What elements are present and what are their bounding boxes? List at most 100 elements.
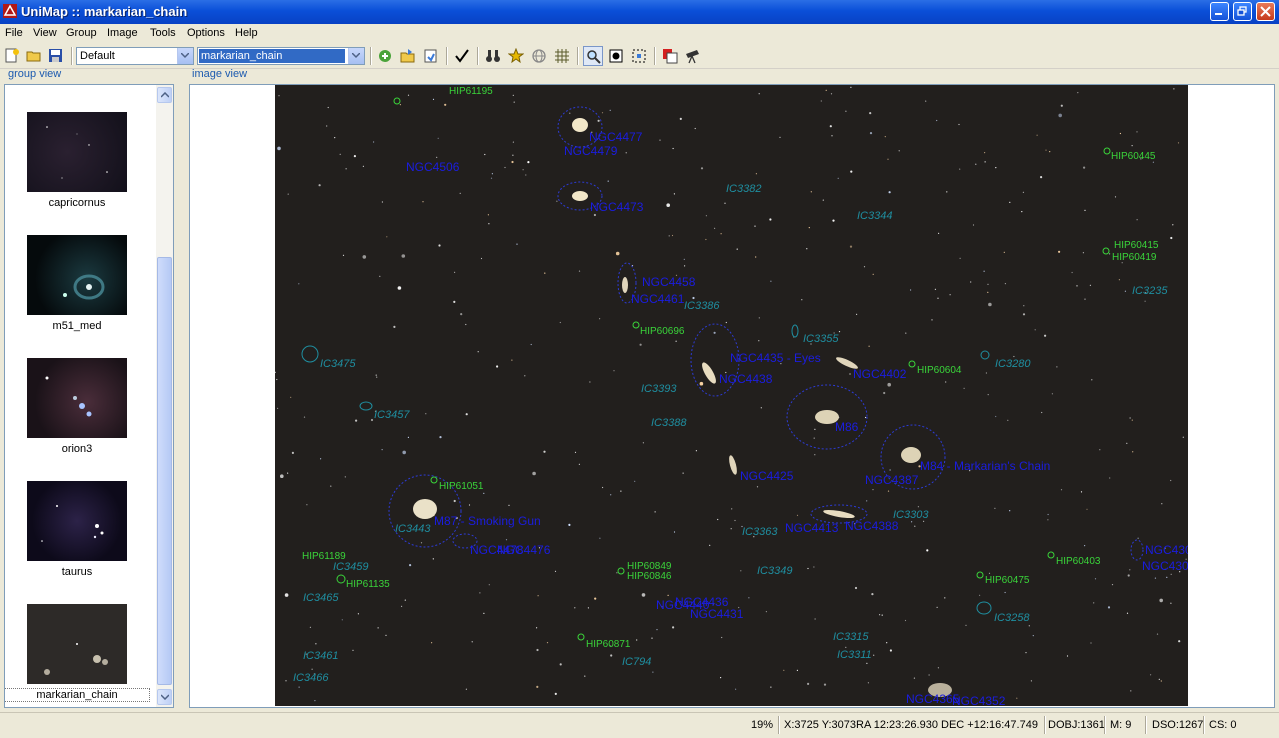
profile-dropdown-arrow[interactable] (177, 48, 193, 64)
star (667, 594, 669, 596)
star (587, 607, 589, 609)
star (972, 224, 975, 226)
star (734, 519, 736, 522)
star (949, 294, 951, 296)
export-button[interactable] (398, 46, 418, 66)
maximize-button[interactable] (1233, 2, 1252, 21)
thumbnail-markarian-chain[interactable] (27, 604, 127, 684)
star (597, 119, 600, 122)
status-divider (778, 716, 780, 734)
menu-view[interactable]: View (33, 27, 57, 39)
star (386, 236, 388, 238)
minimize-button[interactable] (1210, 2, 1229, 21)
new-button[interactable] (2, 46, 22, 66)
star (871, 593, 874, 596)
thumbnail-capricornus[interactable] (27, 112, 127, 192)
star (298, 686, 300, 688)
globe-button[interactable] (529, 46, 549, 66)
star (887, 382, 891, 387)
star (326, 125, 328, 127)
grid-button[interactable] (552, 46, 572, 66)
star (556, 200, 558, 202)
star (1007, 419, 1009, 421)
astro-image[interactable]: HIP61195 NGC4477 NGC4479 NGC4506 NGC4473… (275, 85, 1188, 706)
star (1126, 442, 1128, 444)
binoculars-button[interactable] (483, 46, 503, 66)
check-button[interactable] (452, 46, 472, 66)
star (987, 291, 989, 293)
star-match-icon (508, 48, 524, 64)
star (431, 642, 433, 644)
group-view-scrollbar[interactable] (156, 85, 173, 707)
star (487, 214, 489, 216)
menu-tools[interactable]: Tools (150, 27, 176, 39)
orion3-thumbnail-image (45, 376, 92, 417)
menu-image[interactable]: Image (107, 27, 138, 39)
open-button[interactable] (24, 46, 44, 66)
chevron-down-icon (161, 694, 169, 700)
scroll-down-button[interactable] (157, 689, 172, 705)
star (936, 119, 938, 122)
star-match-button[interactable] (506, 46, 526, 66)
label-ic3388: IC3388 (651, 417, 687, 429)
star (983, 270, 985, 272)
thumbnail-label-capricornus: capricornus (48, 197, 106, 209)
star (373, 141, 375, 143)
save-button[interactable] (46, 46, 66, 66)
star (511, 160, 514, 164)
star (393, 325, 396, 328)
star (886, 642, 888, 644)
thumbnail-m51-med[interactable] (27, 235, 127, 315)
star (376, 376, 378, 378)
layers-button[interactable] (660, 46, 680, 66)
globe-icon (532, 49, 546, 63)
star (636, 639, 638, 641)
invert-button[interactable] (606, 46, 626, 66)
profile-select[interactable]: Default (76, 47, 194, 65)
galaxy-ngc4438 (702, 362, 716, 384)
star (801, 299, 803, 301)
menu-file[interactable]: File (5, 27, 23, 39)
image-dropdown-arrow[interactable] (348, 48, 364, 64)
star (1170, 602, 1172, 604)
star (593, 213, 596, 217)
menu-group[interactable]: Group (66, 27, 97, 39)
star (1022, 313, 1026, 316)
menu-options[interactable]: Options (187, 27, 225, 39)
galaxy-m84 (901, 447, 921, 463)
star (425, 413, 427, 415)
load-button[interactable] (375, 46, 395, 66)
star (543, 450, 546, 453)
select-button[interactable] (629, 46, 649, 66)
label-ngc4413: NGC4413 (785, 521, 839, 535)
thumbnail-orion3[interactable] (27, 358, 127, 438)
close-button[interactable] (1256, 2, 1275, 21)
status-radec: RA 12:23:26.930 DEC +12:16:47.749 (856, 719, 1038, 731)
star (1021, 211, 1023, 213)
star (666, 203, 670, 207)
scroll-thumb[interactable] (157, 257, 172, 685)
marker-ngc4306 (1130, 539, 1144, 561)
star (436, 156, 438, 158)
star (970, 281, 972, 283)
image-select[interactable]: markarian_chain (197, 47, 365, 65)
thumbnail-taurus[interactable] (27, 481, 127, 561)
star (477, 351, 479, 353)
star (1044, 334, 1047, 337)
zoom-button[interactable] (583, 46, 603, 66)
image-view-label: image view (192, 68, 248, 80)
scroll-up-button[interactable] (157, 87, 172, 103)
zoom-icon (587, 50, 601, 64)
star (866, 500, 868, 502)
refresh-button[interactable] (421, 46, 441, 66)
star (379, 275, 381, 277)
telescope-button[interactable] (683, 46, 703, 66)
menu-help[interactable]: Help (235, 27, 258, 39)
star (362, 255, 367, 259)
star (936, 606, 938, 609)
star (769, 218, 772, 221)
label-hip60604: HIP60604 (917, 365, 962, 376)
star (375, 374, 377, 376)
star (1028, 625, 1030, 627)
status-cs: CS: 0 (1209, 719, 1237, 731)
